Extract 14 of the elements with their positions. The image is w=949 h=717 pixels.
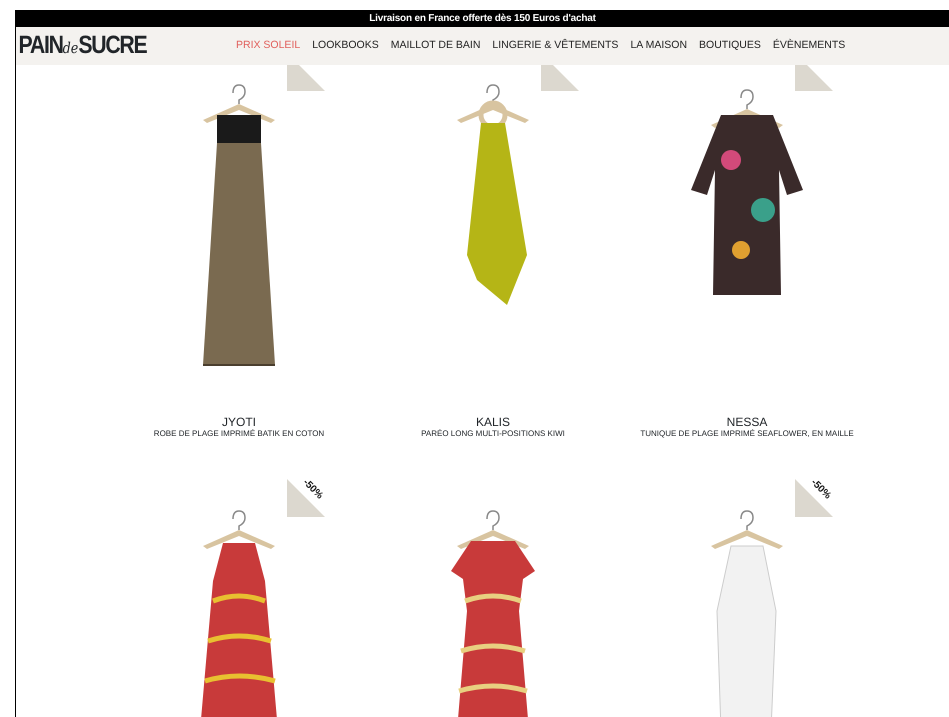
product-description: PARÉO LONG MULTI-POSITIONS KIWI — [421, 429, 565, 439]
nav-link-item[interactable]: LOOKBOOKS — [312, 38, 379, 54]
nav-link-item[interactable]: ÉVÈNEMENTS — [772, 38, 846, 54]
announcement-text: Livraison en France offerte dès 150 Euros d'achat — [16, 10, 949, 27]
product-name[interactable]: KALIS — [476, 415, 510, 430]
product-name[interactable]: JYOTI — [222, 415, 256, 430]
product-name[interactable]: NESSA — [726, 415, 768, 430]
nav-link-item[interactable]: LA MAISON — [630, 38, 688, 54]
nav-link-item[interactable]: MAILLOT DE BAIN — [390, 38, 480, 54]
product-description: ROBE DE PLAGE IMPRIMÉ BATIK EN COTON — [154, 429, 324, 439]
nav-link-item[interactable]: BOUTIQUES — [699, 38, 761, 54]
nav-link-item[interactable]: LINGERIE & VÊTEMENTS — [492, 38, 618, 54]
product-description: TUNIQUE DE PLAGE IMPRIMÉ SEAFLOWER, EN MAILLE — [640, 429, 854, 439]
logo[interactable]: PAINdeSUCRE — [16, 27, 203, 65]
